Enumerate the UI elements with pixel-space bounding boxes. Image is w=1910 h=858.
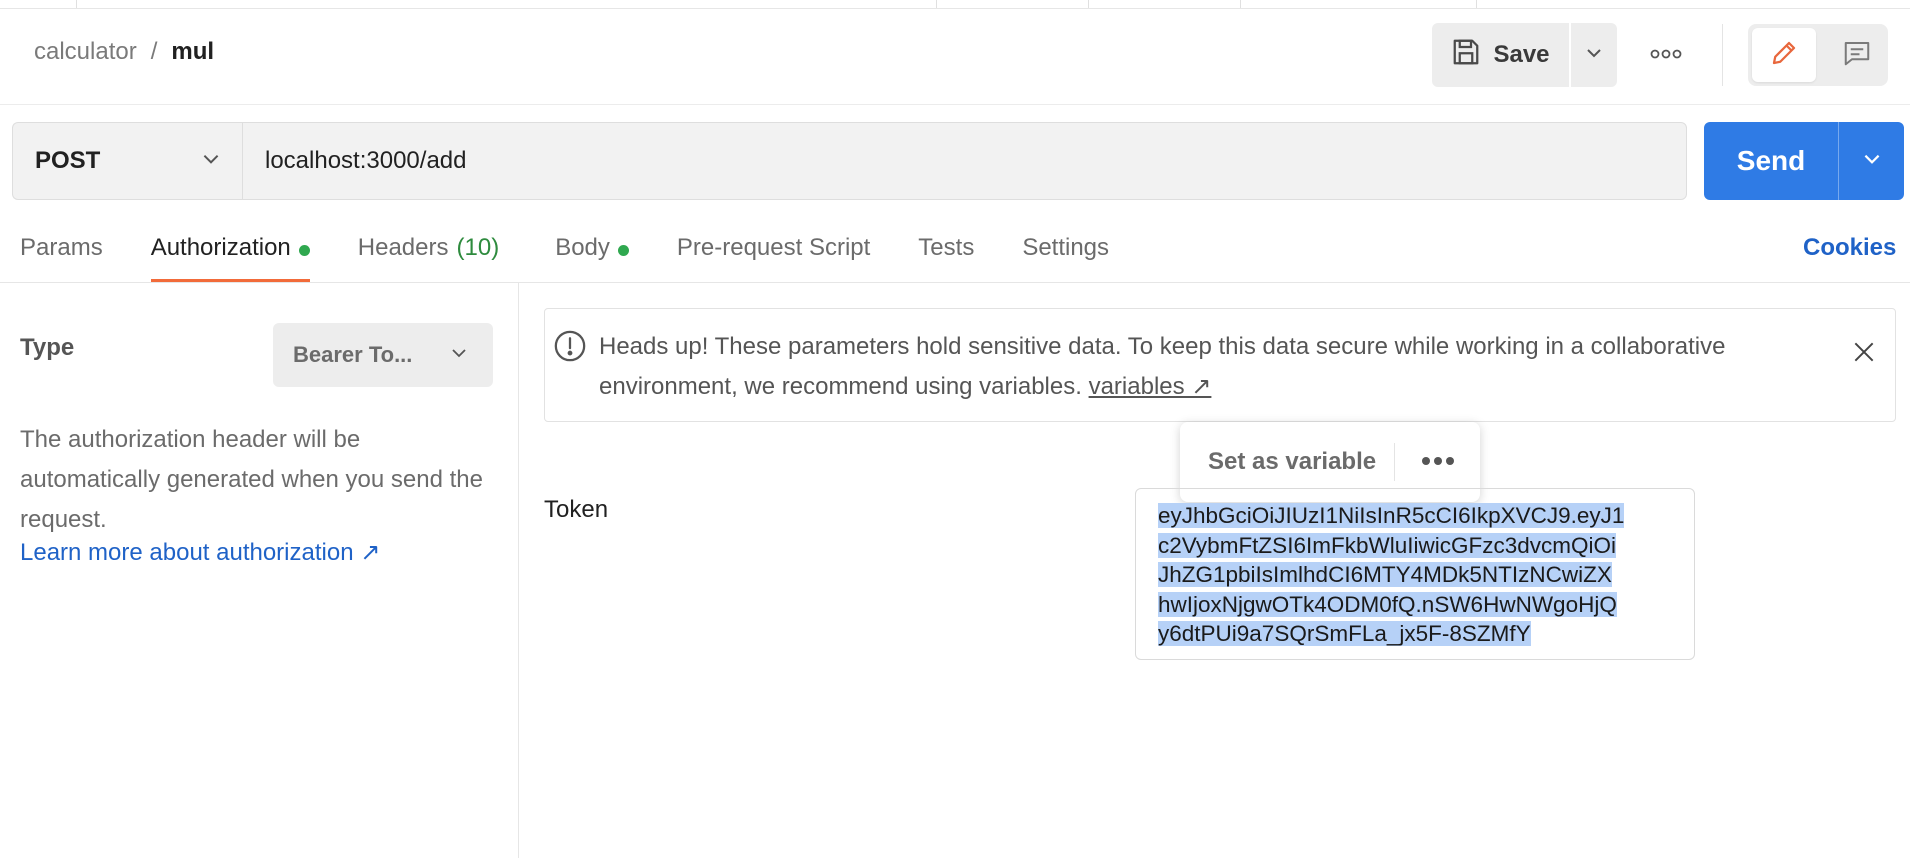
save-group: Save bbox=[1432, 23, 1617, 87]
tab-separator bbox=[1476, 0, 1477, 8]
cookies-link[interactable]: Cookies bbox=[1803, 234, 1896, 262]
variables-link[interactable]: variables ↗ bbox=[1089, 373, 1212, 400]
tab-label: Params bbox=[20, 234, 103, 261]
sensitive-data-alert: Heads up! These parameters hold sensitiv… bbox=[544, 308, 1896, 422]
tab-label: Authorization bbox=[150, 234, 291, 261]
tab-authorization[interactable]: Authorization bbox=[150, 234, 310, 282]
tab-body[interactable]: Body bbox=[555, 234, 629, 282]
tab-separator bbox=[1240, 0, 1241, 8]
chevron-down-icon bbox=[1584, 43, 1604, 68]
status-dot bbox=[617, 245, 629, 256]
more-horizontal-icon bbox=[1421, 453, 1455, 471]
token-line: c2VybmFtZSI6ImFkbWluIiwicGFzc3dvcmQiOi bbox=[1158, 532, 1616, 558]
tab-label: Headers bbox=[357, 234, 449, 261]
comments-button[interactable] bbox=[1830, 28, 1884, 82]
tab-headers[interactable]: Headers (10) bbox=[358, 234, 499, 282]
breadcrumb-separator: / bbox=[150, 38, 158, 65]
info-circle-icon bbox=[553, 329, 587, 368]
tab-tests[interactable]: Tests bbox=[918, 234, 974, 282]
token-line: JhZG1pbiIsImlhdCI6MTY4MDk5NTIzNCwiZX bbox=[1158, 562, 1612, 587]
comment-icon bbox=[1842, 38, 1872, 73]
tabs-divider bbox=[0, 282, 1910, 283]
send-options-button[interactable] bbox=[1839, 122, 1904, 200]
more-actions-button[interactable] bbox=[1640, 35, 1692, 75]
auth-type-select[interactable]: Bearer To... bbox=[273, 323, 493, 387]
breadcrumb: calculator / mul bbox=[34, 38, 214, 66]
chevron-down-icon bbox=[1861, 148, 1883, 175]
tab-label: Tests bbox=[918, 234, 975, 261]
popover-more-button[interactable] bbox=[1395, 453, 1480, 471]
tab-separator bbox=[1088, 0, 1089, 8]
token-line: hwIjoxNjgwOTk4ODM0fQ.nSW6HwNWgoHjQ bbox=[1158, 591, 1617, 617]
pencil-icon bbox=[1769, 38, 1799, 73]
save-options-button[interactable] bbox=[1571, 23, 1617, 87]
tab-label: Settings bbox=[1022, 234, 1110, 261]
auth-type-label: Type bbox=[20, 334, 75, 361]
set-as-variable-button[interactable]: Set as variable bbox=[1180, 448, 1376, 476]
auth-type-value: Bearer To... bbox=[293, 342, 413, 367]
token-label: Token bbox=[544, 496, 609, 523]
tab-label: Body bbox=[555, 234, 610, 261]
save-label: Save bbox=[1493, 41, 1550, 68]
tab-label: Pre-request Script bbox=[676, 234, 871, 261]
alert-message: Heads up! These parameters hold sensitiv… bbox=[599, 327, 1809, 407]
tab-separator bbox=[936, 0, 937, 8]
tab-strip bbox=[0, 0, 1910, 9]
breadcrumb-collection[interactable]: calculator bbox=[34, 38, 137, 66]
status-dot bbox=[298, 245, 310, 256]
chevron-down-icon bbox=[200, 148, 222, 175]
edit-mode-button[interactable] bbox=[1752, 28, 1816, 82]
token-value: eyJhbGciOiJIUzI1NiIsInR5cCI6IkpXVCJ9.eyJ… bbox=[1158, 501, 1674, 649]
send-button[interactable]: Send bbox=[1704, 122, 1838, 200]
auth-description: The authorization header will be automat… bbox=[20, 426, 483, 533]
tab-params[interactable]: Params bbox=[20, 234, 103, 282]
view-mode-toggle bbox=[1748, 24, 1888, 86]
tab-separator bbox=[76, 0, 77, 8]
method-label: POST bbox=[35, 147, 101, 174]
header-divider-vertical bbox=[1722, 24, 1723, 86]
request-tabs: Params Authorization Headers (10) Body P… bbox=[20, 234, 1109, 282]
learn-more-authorization-link[interactable]: Learn more about authorization ↗ bbox=[20, 538, 380, 567]
token-line: eyJhbGciOiJIUzI1NiIsInR5cCI6IkpXVCJ9.eyJ… bbox=[1158, 503, 1625, 528]
send-group: Send bbox=[1704, 122, 1904, 200]
token-line: y6dtPUi9a7SQrSmFLa_jx5F-8SZMfY bbox=[1158, 621, 1531, 646]
token-input[interactable]: eyJhbGciOiJIUzI1NiIsInR5cCI6IkpXVCJ9.eyJ… bbox=[1135, 488, 1695, 660]
request-name[interactable]: mul bbox=[171, 38, 214, 66]
save-button[interactable]: Save bbox=[1432, 23, 1569, 87]
header-divider bbox=[0, 104, 1910, 105]
chevron-down-icon bbox=[449, 343, 469, 368]
more-horizontal-icon bbox=[1650, 46, 1682, 64]
headers-count-badge: (10) bbox=[456, 234, 500, 261]
close-icon[interactable] bbox=[1851, 339, 1877, 370]
tab-pre-request-script[interactable]: Pre-request Script bbox=[677, 234, 870, 282]
url-input[interactable]: localhost:3000/add bbox=[242, 122, 1687, 200]
panel-divider bbox=[518, 283, 519, 858]
save-icon bbox=[1451, 37, 1481, 74]
tab-settings[interactable]: Settings bbox=[1022, 234, 1109, 282]
method-select[interactable]: POST bbox=[12, 122, 242, 200]
url-text: localhost:3000/add bbox=[265, 147, 467, 174]
